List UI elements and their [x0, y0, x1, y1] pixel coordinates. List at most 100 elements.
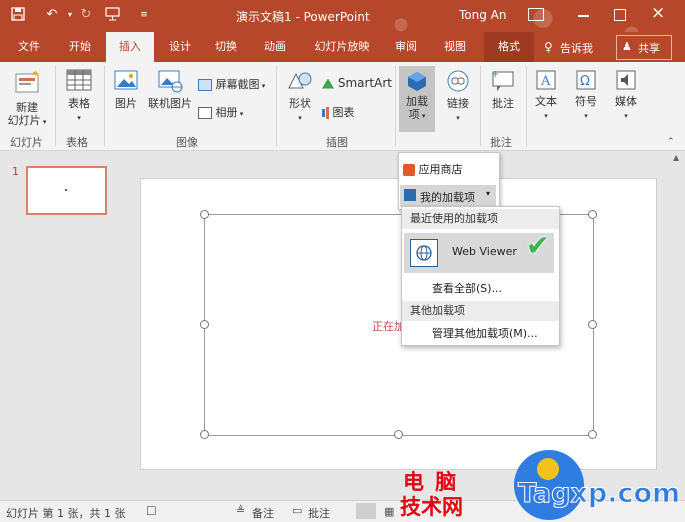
omega-icon: Ω [576, 70, 596, 90]
addins-dropdown-menu: 应用商店 我的加载项 ▾ [398, 152, 500, 210]
resize-handle[interactable] [588, 320, 597, 329]
media-button[interactable]: 媒体 ▾ [610, 68, 642, 123]
spellcheck-icon[interactable]: ☐ [146, 504, 157, 518]
tab-transitions[interactable]: 切换 [206, 32, 246, 62]
screenshot-button[interactable]: 屏幕截图 ▾ [198, 76, 265, 92]
tab-insert[interactable]: 插入 [106, 32, 154, 62]
tab-home[interactable]: 开始 [58, 32, 102, 62]
other-addins-header: 其他加载项 [402, 301, 559, 321]
minimize-icon[interactable] [578, 15, 589, 17]
tell-me-box[interactable]: 告诉我 [560, 40, 593, 56]
svg-text:A: A [540, 74, 551, 89]
tab-view[interactable]: 视图 [434, 32, 476, 62]
online-picture-button[interactable]: 联机图片 [146, 68, 194, 110]
resize-handle[interactable] [588, 210, 597, 219]
picture-button[interactable]: 图片 [108, 68, 144, 110]
watermark-globe-accent [537, 458, 559, 480]
group-label-illustrations: 插图 [326, 136, 348, 149]
picture-label: 图片 [115, 97, 137, 110]
text-button[interactable]: A 文本 ▾ [530, 68, 562, 123]
checkmark-icon: ✔ [526, 229, 550, 262]
addins-icon [408, 72, 426, 91]
watermark-line2: 技术网 [400, 495, 463, 519]
undo-icon[interactable]: ↶ [44, 7, 60, 23]
ribbon-tabs: 文件 开始 插入 设计 切换 动画 幻灯片放映 审阅 视图 格式 ♀ 告诉我 ♟… [0, 32, 685, 62]
chart-button[interactable]: 图表 [322, 104, 355, 120]
new-slide-icon: ✶ [15, 69, 39, 93]
link-button[interactable]: 链接 ▾ [440, 68, 476, 125]
menu-item-store[interactable]: 应用商店 [403, 161, 463, 177]
store-icon [403, 164, 415, 176]
comments-button[interactable]: 批注 [308, 505, 330, 521]
tab-format[interactable]: 格式 [484, 32, 534, 62]
comment-button[interactable]: + 批注 [484, 68, 522, 110]
slide-thumbnail[interactable] [26, 166, 107, 215]
new-slide-label: 新建 幻灯片 [7, 101, 41, 127]
svg-text:Ω: Ω [580, 74, 590, 89]
redo-icon[interactable]: ↻ [78, 7, 94, 23]
resize-handle[interactable] [200, 320, 209, 329]
smartart-button[interactable]: SmartArt [322, 76, 392, 90]
chart-label: 图表 [332, 106, 355, 119]
slide-count: 幻灯片 第 1 张，共 1 张 [6, 507, 126, 520]
normal-view-icon[interactable] [356, 503, 376, 519]
shapes-label: 形状 [289, 97, 311, 110]
smartart-icon [322, 78, 334, 89]
text-icon: A [536, 70, 556, 90]
store-label: 应用商店 [418, 163, 463, 176]
slide-number: 1 [12, 165, 19, 178]
recent-addins-header: 最近使用的加载项 [402, 209, 559, 229]
close-icon[interactable]: × [651, 3, 665, 23]
tab-review[interactable]: 审阅 [386, 32, 426, 62]
resize-handle[interactable] [200, 210, 209, 219]
start-presentation-icon[interactable] [104, 7, 120, 23]
my-addins-icon [404, 189, 416, 201]
symbol-button[interactable]: Ω 符号 ▾ [570, 68, 602, 123]
my-addins-submenu: 最近使用的加载项 Web Viewer ✔ 查看全部(S)... 其他加载项 管… [401, 206, 560, 346]
user-name[interactable]: Tong An [459, 8, 506, 22]
tab-design[interactable]: 设计 [160, 32, 200, 62]
scroll-up-icon[interactable]: ▲ [673, 153, 679, 162]
customize-qat-icon[interactable]: ≡ [136, 7, 152, 23]
share-label: 共享 [638, 42, 660, 55]
watermark: 电 脑 技术网 Tagxp.com [400, 450, 685, 521]
resize-handle[interactable] [200, 430, 209, 439]
comments-icon: ▭ [292, 504, 303, 517]
slide-sorter-icon[interactable]: ▦ [384, 505, 394, 518]
table-icon [66, 69, 92, 91]
collapse-ribbon-icon[interactable]: ⌃ [667, 137, 675, 147]
screenshot-icon [198, 79, 212, 91]
ribbon-display-options-icon[interactable] [528, 8, 544, 21]
table-button[interactable]: 表格 ▾ [60, 68, 98, 125]
notes-icon: ≜ [236, 504, 246, 517]
lightbulb-icon: ♀ [544, 40, 553, 54]
shapes-icon [288, 72, 312, 89]
chart-icon [326, 107, 329, 119]
notes-button[interactable]: 备注 [252, 505, 274, 521]
tab-animations[interactable]: 动画 [254, 32, 296, 62]
menu-item-my-addins[interactable]: 我的加载项 ▾ [400, 185, 496, 206]
my-addins-label: 我的加载项 [420, 191, 475, 204]
comment-icon: + [491, 69, 514, 91]
maximize-icon[interactable] [614, 9, 626, 21]
photo-album-button[interactable]: 相册 ▾ [198, 104, 243, 120]
link-label: 链接 [447, 97, 469, 110]
media-label: 媒体 [615, 95, 637, 108]
tab-slideshow[interactable]: 幻灯片放映 [304, 32, 380, 62]
addins-button[interactable]: 加载 项 ▾ [399, 66, 435, 132]
vertical-scrollbar[interactable]: ▲ [669, 151, 685, 500]
speaker-icon [616, 70, 636, 90]
menu-item-view-all[interactable]: 查看全部(S)... [432, 280, 502, 296]
save-icon[interactable] [10, 7, 26, 23]
new-slide-button[interactable]: ✶ 新建 幻灯片 ▾ [4, 68, 50, 129]
menu-item-manage-addins[interactable]: 管理其他加载项(M)... [432, 325, 538, 341]
tab-file[interactable]: 文件 [8, 32, 50, 62]
table-label: 表格 [68, 97, 90, 110]
undo-dropdown-icon[interactable]: ▾ [62, 7, 78, 23]
resize-handle[interactable] [588, 430, 597, 439]
group-label-slides: 幻灯片 [10, 136, 43, 149]
slide-canvas[interactable]: 正在加 [140, 178, 657, 470]
window-title: 演示文稿1 - PowerPoint [236, 10, 370, 24]
resize-handle[interactable] [394, 430, 403, 439]
shapes-button[interactable]: 形状 ▾ [282, 68, 318, 125]
